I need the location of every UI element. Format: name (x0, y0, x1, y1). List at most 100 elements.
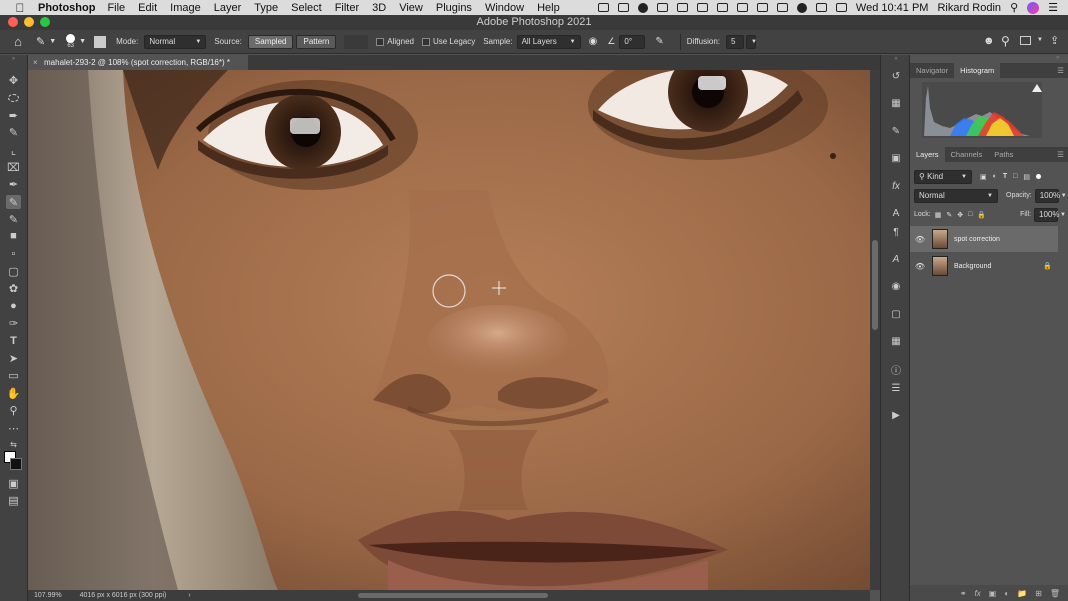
menu-file[interactable]: File (107, 2, 125, 14)
zoom-level[interactable]: 107.99% (34, 592, 62, 599)
adjustments-icon[interactable]: ▢ (889, 307, 903, 321)
brush-size-picker[interactable]: 63 (66, 34, 76, 49)
minimize-window-button[interactable] (24, 17, 34, 27)
layer-name[interactable]: Background (954, 263, 991, 270)
lock-transparent-icon[interactable]: ▦ (935, 211, 942, 219)
close-window-button[interactable] (8, 17, 18, 27)
menu-type[interactable]: Type (254, 2, 278, 14)
clone-stamp-tool-icon[interactable]: ■ (6, 229, 21, 243)
layer-row-spot-correction[interactable]: 👁 spot correction (910, 226, 1058, 252)
path-selection-tool-icon[interactable]: ➤ (6, 351, 21, 365)
layers-panel-menu-icon[interactable]: ☰ (1057, 147, 1064, 162)
tab-paths[interactable]: Paths (988, 147, 1019, 162)
menu-3d[interactable]: 3D (372, 2, 386, 14)
opacity-input[interactable]: 100% (1034, 188, 1060, 203)
vertical-scrollbar[interactable] (870, 70, 880, 590)
healing-brush-preset-icon[interactable]: ✎ (36, 35, 45, 48)
menu-plugins[interactable]: Plugins (436, 2, 472, 14)
filter-pixel-icon[interactable]: ▣ (980, 173, 987, 181)
glyphs-icon[interactable]: A (889, 252, 903, 266)
background-color-swatch[interactable] (10, 458, 22, 470)
filter-shape-icon[interactable]: □ (1013, 173, 1017, 180)
share-icon[interactable]: ⇪ (1050, 34, 1059, 47)
time-machine-icon[interactable] (796, 2, 807, 13)
siri-icon[interactable] (1027, 1, 1040, 14)
rectangle-tool-icon[interactable]: ▭ (6, 368, 21, 382)
mode-select[interactable]: Normal ▼ (144, 34, 207, 49)
screen-record-icon[interactable] (597, 3, 609, 12)
opacity-chevron-icon[interactable]: ▼ (1061, 193, 1067, 199)
history-icon[interactable]: ↺ (889, 69, 903, 83)
libraries-icon[interactable]: ▣ (889, 151, 903, 165)
sampled-button[interactable]: Sampled (247, 34, 294, 49)
pattern-button[interactable]: Pattern (296, 34, 337, 49)
character-icon[interactable]: A (889, 206, 903, 220)
tab-histogram[interactable]: Histogram (954, 63, 1001, 78)
new-group-icon[interactable]: 📁 (1017, 589, 1027, 598)
styles-icon[interactable]: fx (889, 179, 903, 193)
menu-window[interactable]: Window (485, 2, 524, 14)
move-tool-icon[interactable]: ✥ (6, 73, 21, 87)
properties-icon[interactable]: ▦ (889, 334, 903, 348)
tab-layers[interactable]: Layers (910, 147, 945, 162)
menu-edit[interactable]: Edit (138, 2, 157, 14)
workspace-chevron-icon[interactable]: ▼ (1037, 37, 1043, 43)
more-tools-icon[interactable]: ⋯ (6, 421, 21, 435)
menu-filter[interactable]: Filter (335, 2, 359, 14)
horizontal-scroll-thumb[interactable] (358, 593, 548, 598)
spotlight-icon[interactable]: ⚲ (1010, 1, 1018, 14)
bluetooth-icon[interactable] (756, 3, 768, 12)
spot-healing-brush-tool-icon[interactable]: ✎ (6, 195, 21, 209)
gradient-tool-icon[interactable]: ▢ (6, 264, 21, 278)
keyboard-icon[interactable] (676, 3, 688, 12)
visibility-eye-icon[interactable]: 👁 (913, 235, 927, 244)
lock-all-icon[interactable]: 🔒 (977, 211, 986, 219)
menu-select[interactable]: Select (291, 2, 322, 14)
filter-smart-object-icon[interactable]: ▤ (1023, 173, 1030, 181)
quick-mask-icon[interactable]: ▣ (6, 476, 21, 490)
menu-layer[interactable]: Layer (214, 2, 242, 14)
fill-input[interactable]: 100% (1034, 207, 1060, 222)
actions-play-icon[interactable]: ▶ (889, 408, 903, 422)
lock-artboard-icon[interactable]: □ (968, 211, 972, 218)
dropbox-icon[interactable] (617, 3, 629, 12)
collapse-icon[interactable]: « (889, 55, 903, 63)
diffusion-input[interactable]: 5 (725, 34, 744, 49)
3d-icon[interactable]: ◉ (889, 279, 903, 293)
home-icon[interactable]: ⌂ (0, 34, 36, 49)
chevron-down-icon[interactable]: ▼ (49, 38, 56, 45)
battery-icon[interactable] (776, 3, 788, 12)
swatches-icon[interactable]: ▦ (889, 96, 903, 110)
layer-style-icon[interactable]: fx (975, 589, 981, 598)
link-layers-icon[interactable]: ⚭ (960, 589, 967, 598)
pattern-swatch[interactable] (344, 34, 369, 49)
share-user-icon[interactable]: ☻ (983, 35, 995, 47)
lock-position-icon[interactable]: ✥ (957, 211, 963, 219)
wifi-icon[interactable] (835, 3, 847, 12)
document-tab[interactable]: × mahalet-293-2 @ 108% (spot correction,… (28, 55, 248, 70)
volume-icon[interactable] (736, 3, 748, 12)
brush-picker-chevron-icon[interactable]: ▼ (79, 38, 86, 45)
panel-menu-icon[interactable]: ☰ (1057, 66, 1064, 75)
filter-type-icon[interactable]: T (1003, 173, 1007, 180)
brush-tool-icon[interactable]: ✎ (6, 212, 21, 226)
filter-adjustment-icon[interactable]: ◐ (993, 173, 997, 180)
tab-channels[interactable]: Channels (945, 147, 989, 162)
lock-image-icon[interactable]: ✎ (946, 211, 952, 219)
control-center-icon[interactable]: ☰ (1048, 1, 1058, 14)
brush-settings-icon[interactable] (94, 35, 107, 48)
crop-tool-icon[interactable]: ⌞ (6, 143, 21, 157)
paragraph-icon[interactable]: ¶ (889, 225, 903, 239)
panel-collapse-icon[interactable]: » (6, 55, 21, 63)
filter-toggle-icon[interactable] (1036, 174, 1041, 179)
visibility-eye-icon[interactable]: 👁 (913, 262, 927, 271)
zoom-window-button[interactable] (40, 17, 50, 27)
blend-mode-select[interactable]: Normal ▼ (914, 188, 998, 203)
layer-name[interactable]: spot correction (954, 236, 1000, 243)
bookmark-icon[interactable] (696, 3, 708, 12)
aligned-checkbox[interactable] (376, 37, 385, 46)
diffusion-dropdown-chevron-icon[interactable]: ▼ (745, 34, 757, 49)
ignore-adjustment-layers-icon[interactable]: ◉ (589, 36, 598, 47)
hand-tool-icon[interactable]: ✋ (6, 386, 21, 400)
panel-collapse-right-icon[interactable]: » (1056, 55, 1059, 61)
